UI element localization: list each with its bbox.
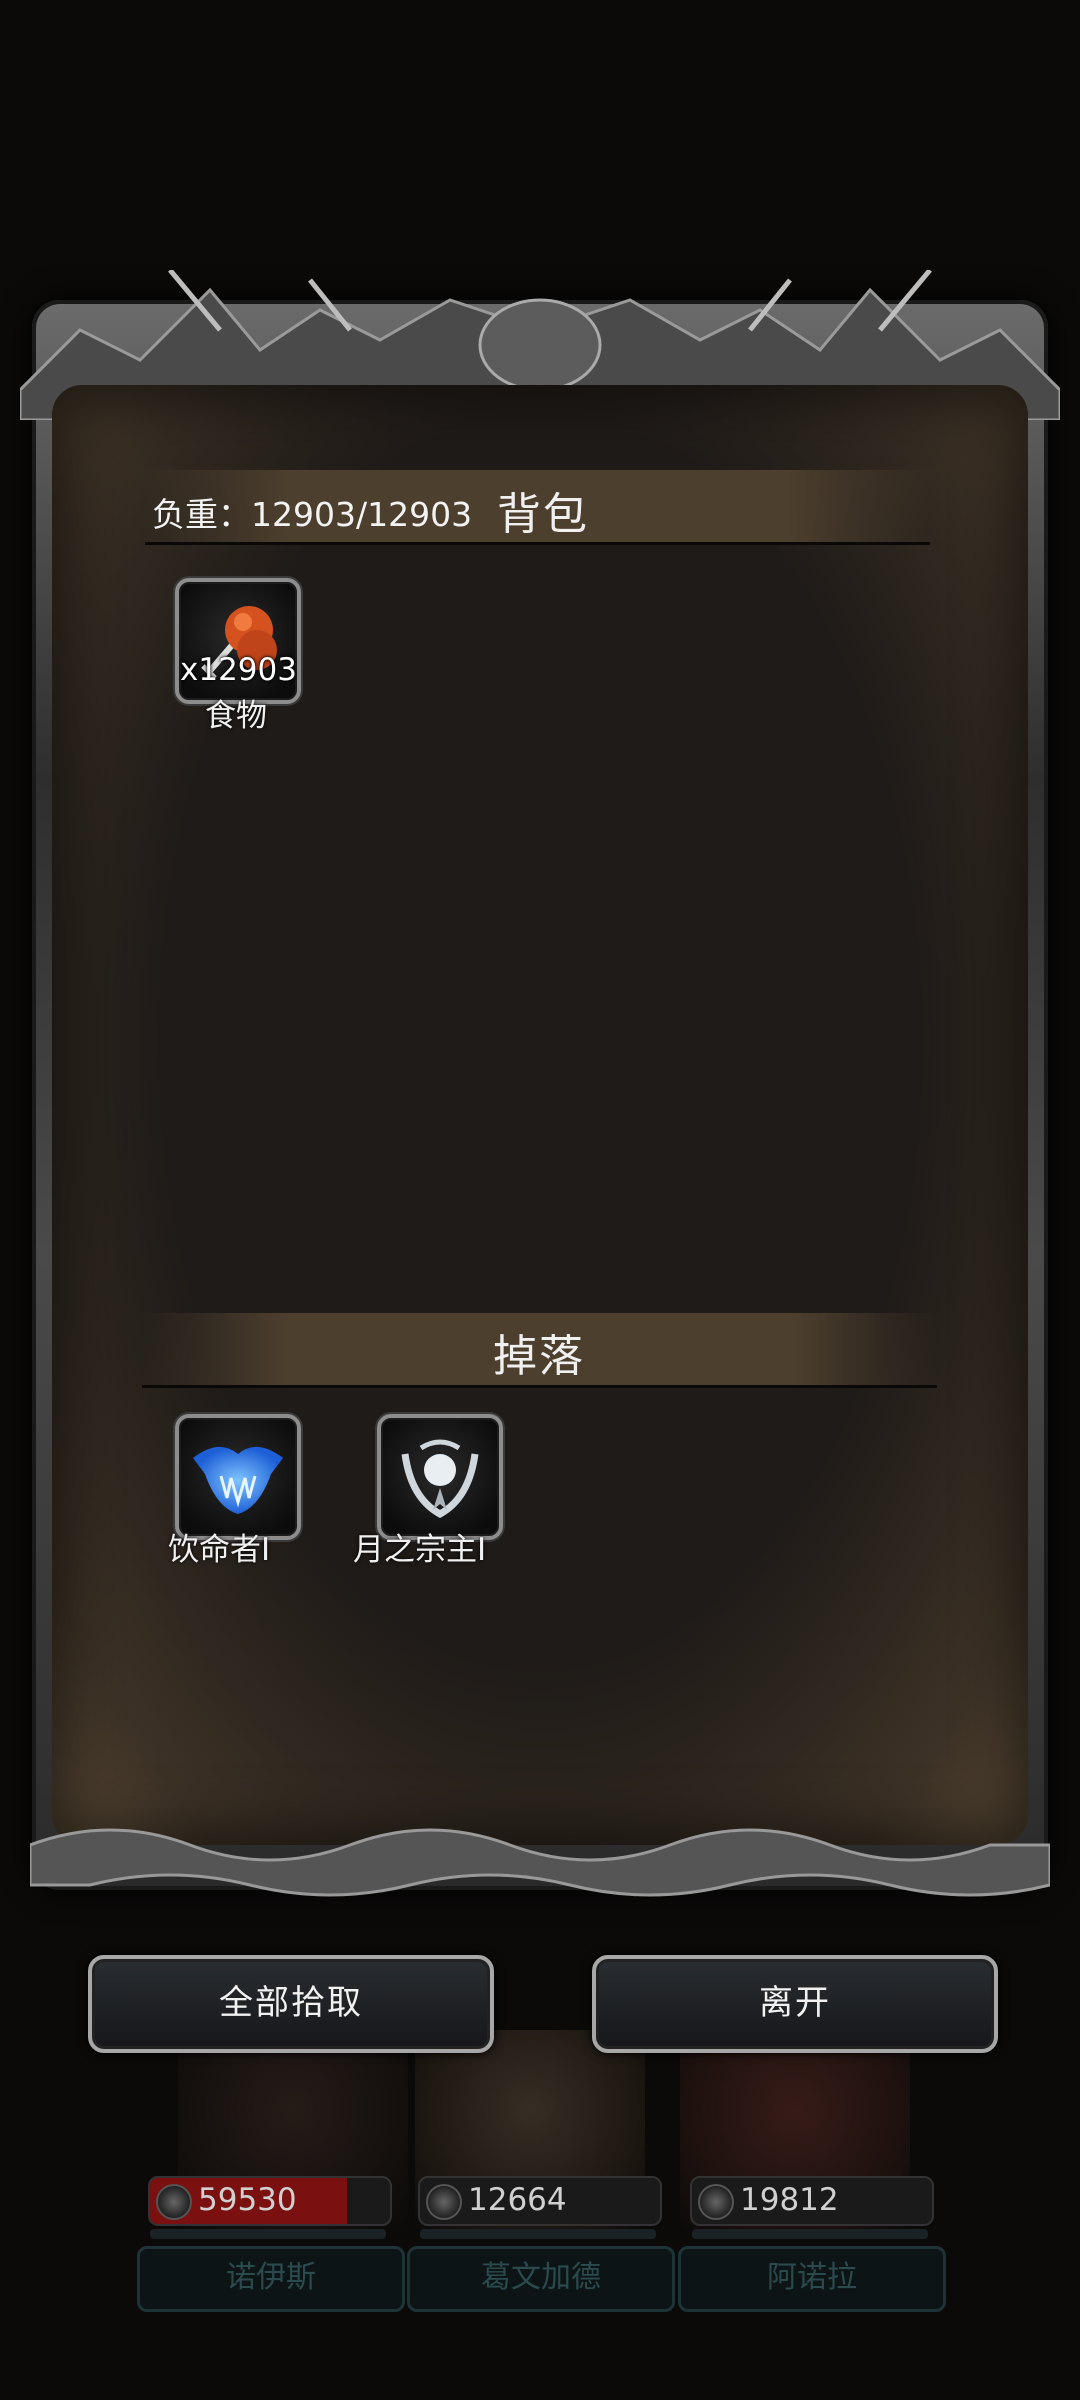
pickup-all-button[interactable]: 全部拾取 (88, 1955, 494, 2053)
hero-mp-bar-2 (420, 2229, 656, 2239)
hero-name-plate-2: 葛文加德 (407, 2246, 675, 2312)
drop-item-label-2: 月之宗主Ⅰ (353, 1532, 487, 1568)
blue-fang-emblem-icon (193, 1446, 283, 1514)
hero-hp-bar-1: 59530 (148, 2176, 392, 2226)
hero-hp-value: 12664 (468, 2182, 567, 2218)
hero-name-plate-1: 诺伊斯 (137, 2246, 405, 2312)
silver-moon-emblem-icon (401, 1439, 479, 1518)
health-icon (698, 2184, 734, 2220)
health-icon (156, 2184, 192, 2220)
hero-hp-value: 19812 (740, 2182, 839, 2218)
bag-title: 背包 (497, 489, 589, 540)
food-quantity: x12903 (180, 652, 297, 688)
hero-mp-bar-1 (150, 2229, 386, 2239)
weight-capacity-label: 负重：12903/12903 (152, 495, 473, 534)
hero-hp-value: 59530 (198, 2182, 297, 2218)
hero-hp-bar-3: 19812 (690, 2176, 934, 2226)
drop-slot-moon-lord[interactable] (377, 1414, 503, 1540)
leave-button[interactable]: 离开 (592, 1955, 998, 2053)
hero-mp-bar-3 (692, 2229, 928, 2239)
ornate-frame-bottom (30, 1828, 1050, 1897)
hero-name-plate-3: 阿诺拉 (678, 2246, 946, 2312)
drop-item-label-1: 饮命者Ⅰ (168, 1532, 271, 1568)
drop-slot-blood-drinker[interactable] (175, 1414, 301, 1540)
health-icon (426, 2184, 462, 2220)
hero-hp-bar-2: 12664 (418, 2176, 662, 2226)
drops-title: 掉落 (493, 1331, 585, 1382)
food-item-label: 食物 (205, 698, 267, 734)
